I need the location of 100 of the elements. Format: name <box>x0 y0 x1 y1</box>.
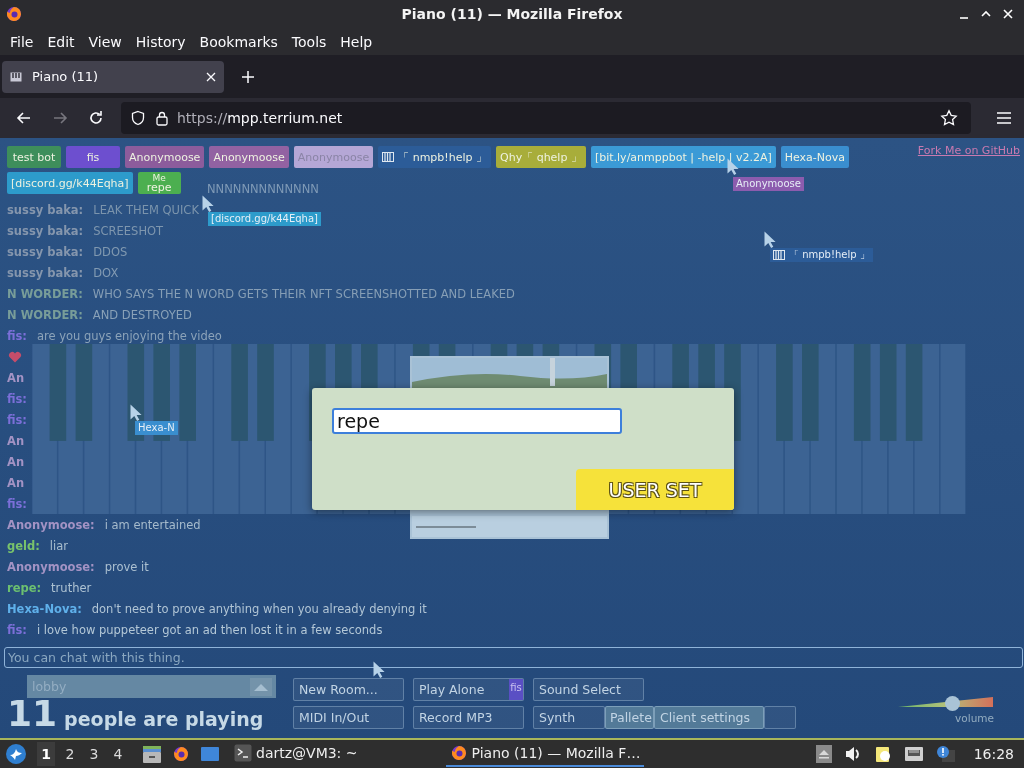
keyboard-icon <box>382 152 395 162</box>
file-cabinet-icon[interactable] <box>142 744 162 764</box>
menu-item[interactable]: View <box>81 31 129 52</box>
control-button[interactable]: Client settings <box>654 706 764 729</box>
chat-message: truther <box>51 580 92 595</box>
chat-username: An <box>7 475 25 490</box>
chat-username: An <box>7 433 25 448</box>
control-button[interactable]: Pallete <box>605 706 654 729</box>
user-tag[interactable]: Anonymoose <box>209 146 289 168</box>
chat-message: i am entertained <box>104 517 201 532</box>
cursor-icon <box>764 231 776 248</box>
user-tag[interactable]: Hexa-Nova <box>780 146 849 168</box>
control-button[interactable]: MIDI In/Out <box>293 706 404 729</box>
player-count: 11 <box>7 699 58 729</box>
window-title: Piano (11) — Mozilla Firefox <box>401 6 623 22</box>
chat-message: don't need to prove anything when you already denying it <box>91 601 427 616</box>
control-button[interactable]: Synth <box>533 706 605 729</box>
menu-item[interactable]: Bookmarks <box>192 31 285 52</box>
volume-knob[interactable] <box>945 696 960 711</box>
menu-icon[interactable] <box>996 111 1012 125</box>
chat-username: Hexa-Nova: <box>7 601 82 616</box>
tab-label: Piano (11) <box>32 69 100 84</box>
chat-message: NNNNNNNNNNNNN <box>207 181 319 196</box>
keyboard-icon <box>773 250 785 260</box>
speaker-icon[interactable] <box>843 746 862 762</box>
user-tag[interactable]: Anonymoose <box>125 146 205 168</box>
control-button[interactable]: New Room... <box>293 678 404 701</box>
chat-username: fis: <box>7 412 27 427</box>
user-tag[interactable]: fis <box>66 146 120 168</box>
chat-username: sussy baka: <box>7 223 84 238</box>
window-icon[interactable] <box>200 744 220 764</box>
chat-message: SCREESHOT <box>93 223 164 238</box>
firefox-icon <box>449 744 468 762</box>
menu-item[interactable]: History <box>128 31 193 52</box>
chat-username: N WORDER: <box>7 286 83 301</box>
control-button[interactable]: Sound Select <box>533 678 644 701</box>
user-tag[interactable]: test bot <box>7 146 61 168</box>
chat-username: An <box>7 370 25 385</box>
chat-username: repe: <box>7 580 42 595</box>
control-button[interactable]: Record MP3 <box>413 706 524 729</box>
chat-input[interactable]: You can chat with this thing. <box>4 647 1023 668</box>
clipboard-icon[interactable] <box>873 745 892 763</box>
player-count-label: people are playing <box>64 708 264 730</box>
star-icon[interactable] <box>940 109 958 127</box>
chat-username: sussy baka: <box>7 202 84 217</box>
chat-message: liar <box>49 538 68 553</box>
taskbar-task[interactable]: Piano (11) — Mozilla F… <box>445 741 645 767</box>
start-menu-icon[interactable] <box>5 743 27 765</box>
user-tag: fis <box>509 679 523 700</box>
firefox-icon[interactable] <box>171 744 191 764</box>
close-icon[interactable] <box>206 71 216 82</box>
heart-icon <box>8 350 22 363</box>
browser-tab[interactable]: Piano (11) <box>2 60 224 93</box>
cursor-name-tag: Anonymoose <box>733 177 804 191</box>
network-icon[interactable] <box>903 746 924 762</box>
chat-message: LEAK THEM QUICK <box>93 202 199 217</box>
chat-message: prove it <box>104 559 149 574</box>
new-tab-icon[interactable] <box>241 69 255 84</box>
taskbar-task[interactable]: dartz@VM3: ~ <box>230 741 362 767</box>
chat-username: Anonymoose: <box>7 517 95 532</box>
close-icon[interactable] <box>1002 8 1014 20</box>
workspace-button[interactable]: 4 <box>109 742 127 766</box>
chat-username: geld: <box>7 538 40 553</box>
menu-item[interactable]: Help <box>333 31 380 52</box>
chat-username: N WORDER: <box>7 307 83 322</box>
cursor-icon <box>202 195 214 212</box>
terminal-icon <box>234 744 252 762</box>
firefox-icon <box>6 6 22 22</box>
reload-icon[interactable] <box>87 109 105 127</box>
user-tag[interactable]: 「 nmpb!help 」 <box>378 146 491 168</box>
notification-icon[interactable] <box>935 745 956 763</box>
chat-username: sussy baka: <box>7 244 84 259</box>
eject-icon[interactable] <box>815 745 832 763</box>
name-input[interactable]: repe <box>332 408 622 434</box>
clock: 16:28 <box>973 746 1014 762</box>
chat-message: i love how puppeteer got an ad then lost it in a few seconds <box>36 622 383 637</box>
cursor-icon <box>130 404 142 421</box>
menu-item[interactable]: Edit <box>40 31 82 52</box>
menu-item[interactable]: File <box>3 31 41 52</box>
control-button[interactable]: Play Alone fis <box>413 678 524 701</box>
workspace-button[interactable]: 1 <box>37 742 55 766</box>
volume-label: volume <box>954 712 994 724</box>
menu-item[interactable]: Tools <box>284 31 334 52</box>
chat-username: An <box>7 454 25 469</box>
cursor-name-tag: [discord.gg/k44Eqha] <box>208 212 321 226</box>
chat-message: WHO SAYS THE N WORD GETS THEIR NFT SCREENSHOTTED AND LEAKED <box>92 286 515 301</box>
keyboard-icon <box>10 71 22 82</box>
cursor-name-tag: Hexa-N <box>135 421 178 435</box>
workspace-button[interactable]: 3 <box>85 742 103 766</box>
chat-message: DDOS <box>93 244 128 259</box>
cursor-name-tag: 「 nmpb!help 」 <box>770 248 873 262</box>
workspace-button[interactable]: 2 <box>61 742 79 766</box>
chat-message: AND DESTROYED <box>92 307 192 322</box>
chat-username: Anonymoose: <box>7 559 95 574</box>
me-label: Me <box>152 173 166 183</box>
user-tag[interactable]: [discord.gg/k44Eqha] <box>7 172 133 194</box>
chat-username: fis: <box>7 328 27 343</box>
shield-icon <box>130 110 146 126</box>
chat-message: are you guys enjoying the video <box>36 328 222 343</box>
cursor-icon <box>373 661 385 678</box>
